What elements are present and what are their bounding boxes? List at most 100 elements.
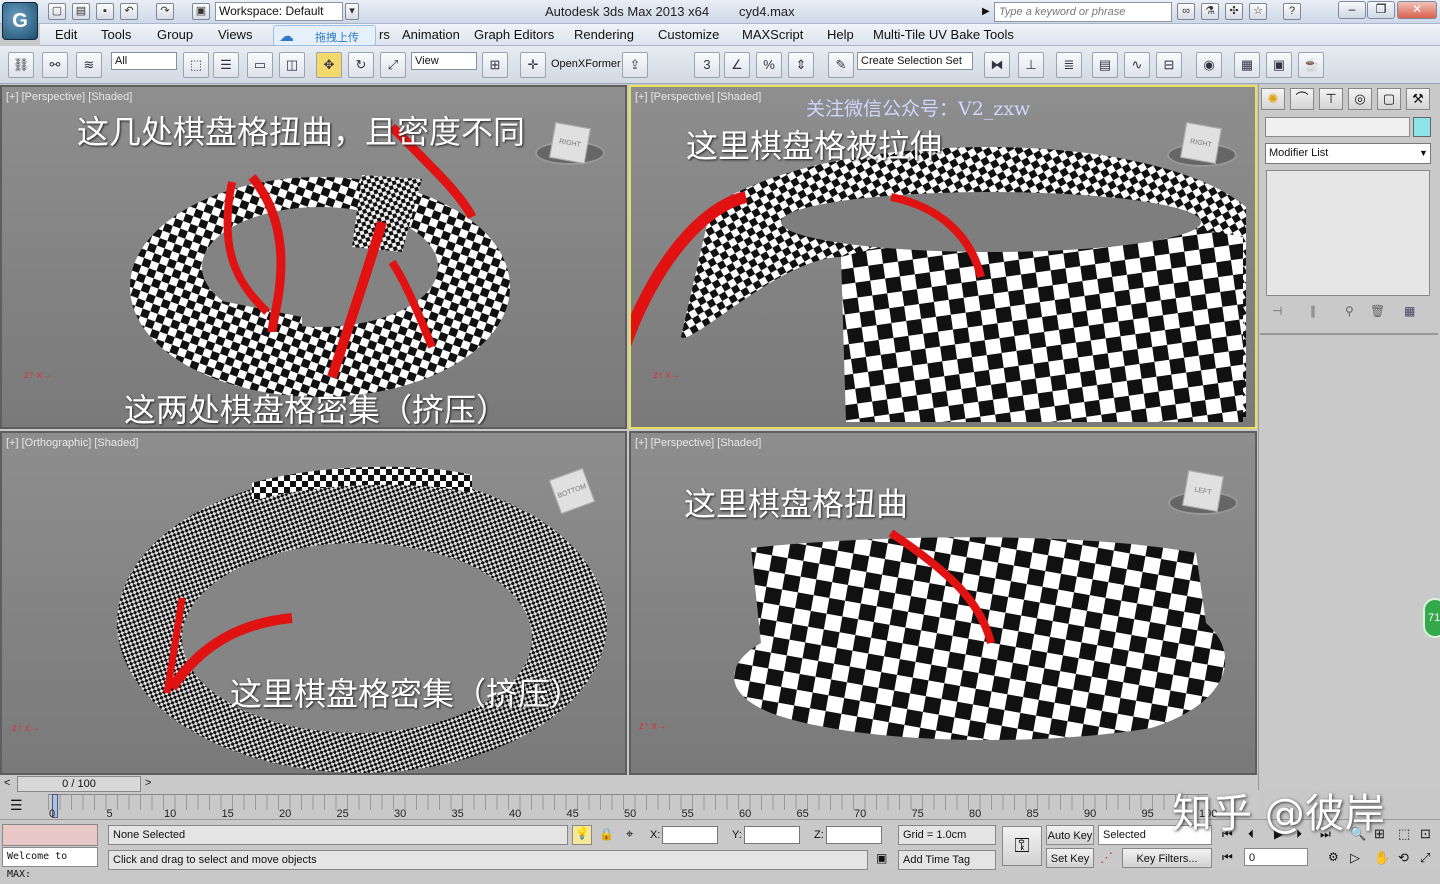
viewport-orthographic-bottom-left[interactable]: [+] [Orthographic] [Shaded] BOTTOM 这里棋盘格… [0,431,627,775]
select-scale-icon[interactable]: ⤢ [380,52,406,78]
time-slider-prev-icon[interactable]: < [4,777,10,789]
undo-icon[interactable]: ↶ [120,3,138,20]
new-file-icon[interactable]: ▢ [48,3,66,20]
menu-multi-tile-uv-bake[interactable]: Multi-Tile UV Bake Tools [873,27,1014,42]
material-editor-icon[interactable]: ◉ [1196,52,1222,78]
layer-manager-icon[interactable]: ≣ [1056,52,1082,78]
menu-animation[interactable]: Animation [402,27,460,42]
time-slider-next-icon[interactable]: > [145,777,151,789]
curve-editor-icon[interactable]: ∿ [1124,52,1150,78]
remove-modifier-icon[interactable]: 🗑 [1370,304,1385,318]
select-manipulate-icon[interactable]: ✛ [520,52,546,78]
configure-modifier-sets-icon[interactable]: ▦ [1404,304,1415,318]
set-key-big-button-icon[interactable]: ⚿ [1002,826,1042,866]
chevron-down-icon[interactable]: ▼ [1419,148,1428,158]
key-filters-button[interactable]: Key Filters... [1122,848,1212,868]
selection-filter-dropdown[interactable]: All [111,52,177,70]
reference-coord-dropdown[interactable]: View [411,52,477,70]
viewport-perspective-top-right[interactable]: [+] [Perspective] [Shaded] RIGHT 关注微信公众号… [629,85,1257,429]
snaps-toggle-icon[interactable]: 3 [694,52,720,78]
keyboard-shortcut-icon[interactable]: ⇪ [622,52,648,78]
render-setup-icon[interactable]: ▦ [1234,52,1260,78]
curve-editor-mini-icon[interactable]: ☰ [10,797,23,814]
current-frame-input[interactable]: 0 [1244,848,1308,866]
modifier-stack[interactable] [1266,170,1430,296]
viewcube-icon[interactable]: LEFT [1182,470,1224,512]
minimize-button[interactable]: – [1338,1,1366,19]
make-unique-icon[interactable]: ⚲ [1345,304,1354,318]
display-tab-icon[interactable]: ▢ [1377,88,1401,110]
search-expand-icon[interactable]: ▶ [982,6,990,17]
set-key-button[interactable]: Set Key [1046,848,1094,868]
bind-space-warp-icon[interactable]: ≋ [76,52,102,78]
app-logo-icon[interactable]: G [2,2,38,40]
edit-named-selection-icon[interactable]: ✎ [828,52,854,78]
menu-views[interactable]: Views [218,27,252,42]
modify-tab-icon[interactable]: ⌒ [1290,88,1314,110]
lock-selection-icon[interactable]: 🔒 [599,827,614,841]
select-rotate-icon[interactable]: ↻ [348,52,374,78]
zoom-extents-all-icon[interactable]: ⊡ [1420,826,1431,842]
time-configuration-icon[interactable]: ⚙ [1328,850,1339,864]
align-icon[interactable]: ⊥ [1018,52,1044,78]
hierarchy-tab-icon[interactable]: ⊤ [1319,88,1343,110]
maximize-viewport-icon[interactable]: ⤢ [1420,850,1430,866]
object-name-field[interactable] [1265,117,1410,137]
show-end-result-icon[interactable]: ∥ [1310,304,1316,318]
menu-create-partial[interactable]: rs [379,27,390,42]
z-coordinate-input[interactable] [826,826,882,844]
y-coordinate-input[interactable] [744,826,800,844]
auto-key-button[interactable]: Auto Key [1046,825,1094,845]
select-by-name-icon[interactable]: ☰ [213,52,239,78]
time-tag-icon[interactable]: ▣ [876,851,887,865]
menu-edit[interactable]: Edit [55,27,77,42]
pan-view-icon[interactable]: ✋ [1374,850,1390,866]
menu-customize[interactable]: Customize [658,27,719,42]
mirror-icon[interactable]: ⧓ [984,52,1010,78]
select-move-icon[interactable]: ✥ [316,52,342,78]
create-tab-icon[interactable]: ✺ [1261,88,1285,110]
isolate-selection-icon[interactable]: 💡 [572,825,592,845]
viewcube-icon[interactable]: RIGHT [549,122,591,164]
search-input[interactable]: Type a keyword or phrase [994,2,1172,22]
pin-stack-icon[interactable]: ⊣ [1272,304,1282,318]
redo-icon[interactable]: ↷ [156,3,174,20]
select-object-icon[interactable]: ⬚ [183,52,209,78]
motion-tab-icon[interactable]: ◎ [1348,88,1372,110]
help-icon[interactable]: ? [1283,3,1301,20]
menu-rendering[interactable]: Rendering [574,27,634,42]
menu-tools[interactable]: Tools [101,27,131,42]
modifier-list-dropdown[interactable]: Modifier List [1265,143,1431,164]
maxscript-input[interactable]: Welcome to MAX: [2,847,98,880]
named-selection-dropdown[interactable]: Create Selection Set [857,52,973,70]
utilities-tab-icon[interactable]: ⚒ [1406,88,1430,110]
x-coordinate-input[interactable] [662,826,718,844]
save-icon[interactable]: ▪ [96,3,114,20]
window-crossing-icon[interactable]: ◫ [279,52,305,78]
maxscript-listener-mini[interactable] [2,824,98,846]
zoom-extents-icon[interactable]: ⬚ [1398,826,1410,842]
binoculars-icon[interactable]: ∞ [1177,3,1195,20]
spinner-snap-icon[interactable]: ⇕ [788,52,814,78]
rendered-frame-icon[interactable]: ▣ [1266,52,1292,78]
absolute-mode-icon[interactable]: ⌖ [626,826,633,842]
schematic-view-icon[interactable]: ⊟ [1156,52,1182,78]
percent-snap-icon[interactable]: % [756,52,782,78]
time-slider[interactable]: 0 / 100 [17,776,141,792]
default-in-out-tangent-icon[interactable]: ⋰ [1100,850,1113,866]
viewcube-icon[interactable]: RIGHT [1180,122,1222,164]
menu-maxscript[interactable]: MAXScript [742,27,803,42]
communication-icon[interactable]: ✣ [1225,3,1243,20]
angle-snap-icon[interactable]: ∠ [724,52,750,78]
pivot-center-icon[interactable]: ⊞ [482,52,508,78]
project-folder-icon[interactable]: ▣ [192,3,210,20]
menu-group[interactable]: Group [157,27,193,42]
rect-selection-icon[interactable]: ▭ [247,52,273,78]
unlink-icon[interactable]: ⚯ [42,52,68,78]
graphite-toolbox-icon[interactable]: ▤ [1092,52,1118,78]
workspace-dropdown[interactable]: Workspace: Default [215,2,343,21]
object-color-swatch[interactable] [1413,117,1431,137]
key-mode-toggle-icon[interactable]: ⏮ [1222,850,1233,865]
viewport-perspective-bottom-right[interactable]: [+] [Perspective] [Shaded] LEFT 这里棋盘格扭曲 … [629,431,1257,775]
openxformer-label[interactable]: OpenXFormer [551,58,621,70]
